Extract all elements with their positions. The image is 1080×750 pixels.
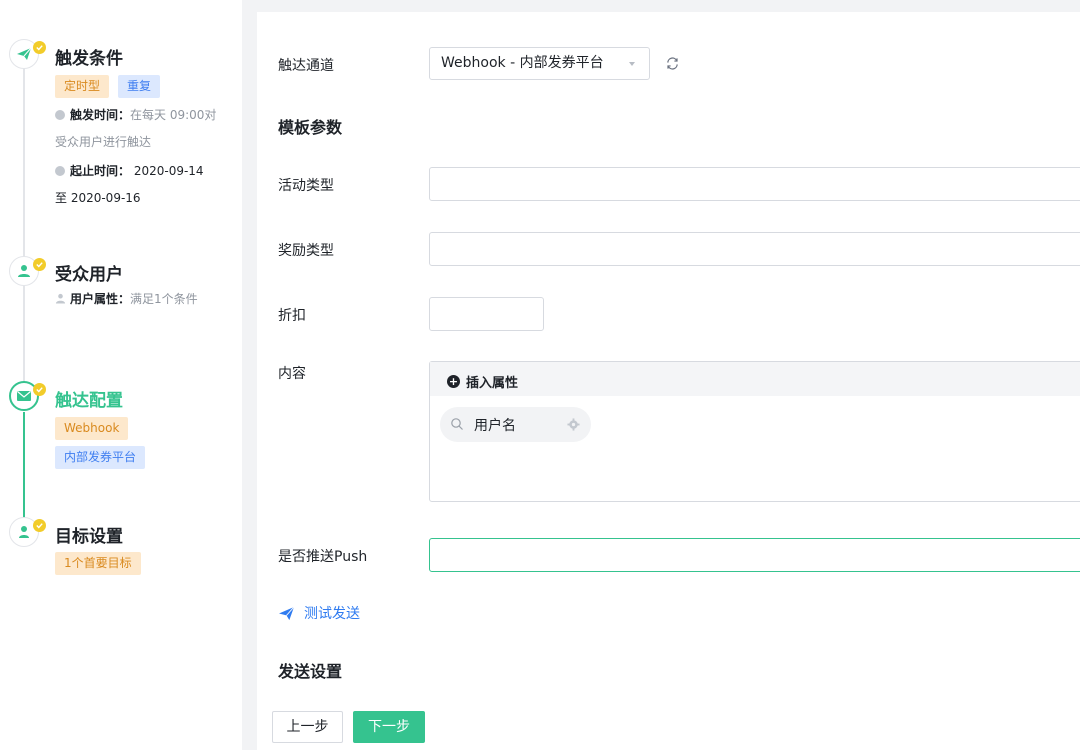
send-section-title: 发送设置 — [278, 662, 343, 681]
refresh-icon[interactable] — [665, 56, 680, 71]
tag-primary-goal: 1个首要目标 — [55, 552, 141, 575]
step-title: 触发条件 — [55, 49, 123, 69]
form-card — [257, 12, 1080, 691]
step-connector-line-active — [23, 412, 25, 518]
tag-trigger-type: 定时型 — [55, 75, 110, 98]
activity-type-input[interactable] — [429, 167, 1080, 201]
check-badge-icon — [33, 519, 46, 532]
trigger-range-info: 起止时间： 2020-09-14 至 2020-09-16 — [55, 164, 204, 205]
channel-label: 触达通道 — [278, 58, 334, 74]
tag-platform: 内部发券平台 — [55, 446, 146, 469]
channel-select[interactable]: Webhook - 内部发券平台 — [429, 47, 650, 80]
discount-label: 折扣 — [278, 308, 306, 324]
clock-icon — [55, 166, 65, 176]
audience-attr-info: 用户属性：满足1个条件 — [55, 286, 235, 313]
insert-attribute-button[interactable]: + 插入属性 — [447, 372, 518, 391]
person-icon — [55, 293, 66, 304]
push-input[interactable] — [429, 538, 1080, 572]
next-step-button[interactable]: 下一步 — [353, 711, 425, 743]
tag-repeat: 重复 — [118, 75, 161, 98]
attribute-chip[interactable]: 用户名 — [440, 407, 591, 442]
template-section-title: 模板参数 — [278, 118, 343, 137]
activity-type-label: 活动类型 — [278, 178, 334, 194]
chevron-down-icon — [629, 62, 635, 66]
tag-webhook: Webhook — [55, 417, 129, 440]
step-trigger[interactable]: 触发条件 定时型 重复 触发时间：在每天 09:00对 受众用户进行触达 起止时… — [0, 0, 242, 230]
check-badge-icon — [33, 383, 46, 396]
check-badge-icon — [33, 258, 46, 271]
test-send-link[interactable]: 测试发送 — [278, 603, 360, 623]
step-title: 触达配置 — [55, 391, 123, 411]
reward-type-input[interactable] — [429, 232, 1080, 266]
content-label: 内容 — [278, 366, 306, 382]
plus-icon: + — [447, 375, 460, 388]
step-sidebar: 触发条件 定时型 重复 触发时间：在每天 09:00对 受众用户进行触达 起止时… — [0, 0, 242, 750]
search-icon — [451, 418, 463, 430]
prev-step-button[interactable]: 上一步 — [272, 711, 343, 743]
push-label: 是否推送Push — [278, 549, 368, 565]
reward-type-label: 奖励类型 — [278, 243, 334, 259]
discount-input[interactable] — [429, 297, 544, 331]
check-badge-icon — [33, 41, 46, 54]
content-toolbar — [430, 362, 1080, 396]
gear-icon[interactable] — [567, 418, 580, 431]
paper-plane-icon — [279, 606, 295, 620]
step-title: 受众用户 — [55, 265, 123, 285]
step-title: 目标设置 — [55, 527, 123, 547]
trigger-time-info: 触发时间：在每天 09:00对 受众用户进行触达 — [55, 108, 217, 149]
clock-icon — [55, 110, 65, 120]
